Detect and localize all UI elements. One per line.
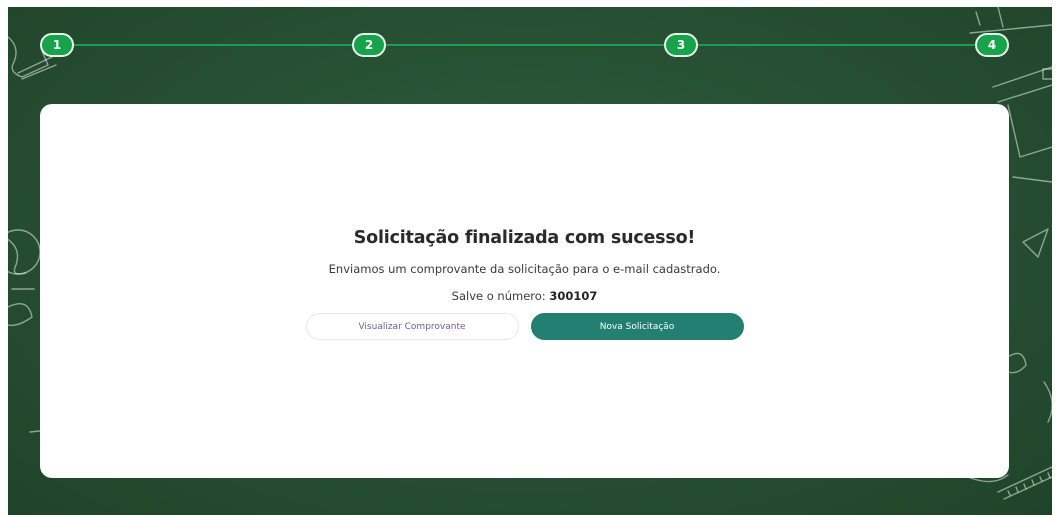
request-number-label: Salve o número:	[451, 289, 546, 303]
chalkboard-background: 1 2 3 4 Solicitação finalizada com suces…	[8, 7, 1052, 515]
step-4[interactable]: 4	[975, 33, 1009, 57]
request-number-line: Salve o número: 300107	[452, 289, 598, 303]
action-buttons: Visualizar Comprovante Nova Solicitação	[305, 313, 744, 340]
view-receipt-button[interactable]: Visualizar Comprovante	[305, 313, 519, 340]
step-3[interactable]: 3	[664, 33, 698, 57]
confirmation-card: Solicitação finalizada com sucesso! Envi…	[40, 104, 1009, 478]
new-request-button[interactable]: Nova Solicitação	[530, 313, 744, 340]
stepper-progress-line	[62, 44, 992, 46]
step-2[interactable]: 2	[352, 33, 386, 57]
step-1[interactable]: 1	[40, 33, 74, 57]
success-message: Enviamos um comprovante da solicitação p…	[328, 262, 721, 276]
success-title: Solicitação finalizada com sucesso!	[353, 228, 696, 248]
request-number: 300107	[549, 289, 598, 303]
